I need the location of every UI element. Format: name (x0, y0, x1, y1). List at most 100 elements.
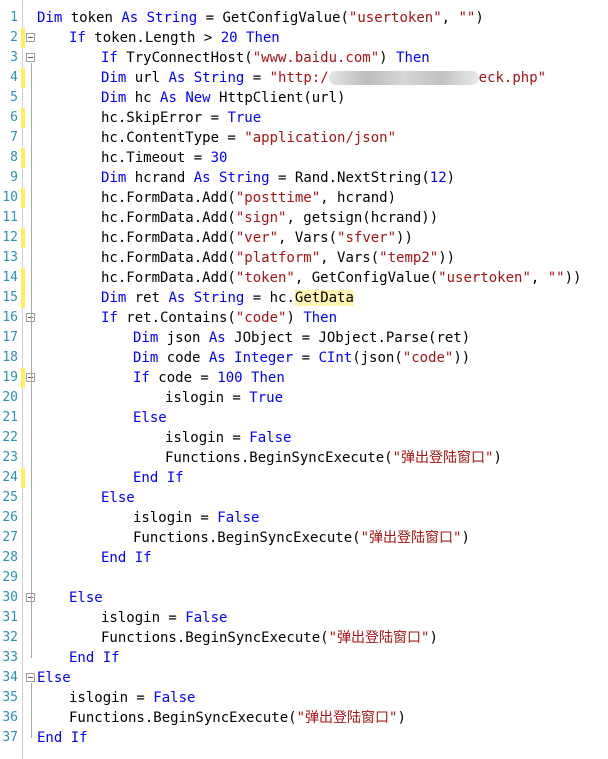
code-line[interactable]: 24 End If (0, 468, 608, 488)
code-line[interactable]: 16 If ret.Contains("code") Then (0, 308, 608, 328)
code-line[interactable]: 19 If code = 100 Then (0, 368, 608, 388)
keyword-token: If (101, 50, 118, 66)
code-token: = GetConfigValue( (197, 10, 349, 26)
code-token: ) (493, 450, 502, 466)
code-line[interactable]: 13 hc.FormData.Add("platform", Vars("temp… (0, 248, 608, 268)
code-line[interactable]: 33 End If (0, 648, 608, 668)
code-line[interactable]: 5 Dim hc As New HttpClient(url) (0, 88, 608, 108)
string-token: "temp2" (379, 250, 439, 266)
line-number: 20 (2, 390, 18, 405)
code-line[interactable]: 27 Functions.BeginSyncExecute("弹出登陆窗口") (0, 528, 608, 548)
code-editor[interactable]: 1 Dim token As String = GetConfigValue("u… (0, 0, 608, 759)
string-token: "token" (235, 270, 295, 286)
code-line[interactable]: 30 Else (0, 588, 608, 608)
string-token: "usertoken" (348, 10, 442, 26)
code-line[interactable]: 1 Dim token As String = GetConfigValue("u… (0, 8, 608, 28)
code-token: hc.FormData.Add( (101, 270, 236, 286)
code-token: islogin = (69, 690, 154, 706)
code-line[interactable]: 18 Dim code As Integer = CInt(json("code"… (0, 348, 608, 368)
code-token: islogin = (165, 430, 250, 446)
code-text: Functions.BeginSyncExecute("弹出登陆窗口") (101, 628, 438, 648)
code-text: Dim hcrand As String = Rand.NextString(1… (101, 168, 455, 188)
code-line[interactable]: 14 hc.FormData.Add("token", GetConfigValu… (0, 268, 608, 288)
keyword-token: 30 (210, 150, 228, 166)
keyword-token: End If (101, 550, 152, 566)
code-text: Else (133, 408, 167, 428)
code-token: = hc. (244, 290, 295, 306)
code-line[interactable]: 36 Functions.BeginSyncExecute("弹出登陆窗口") (0, 708, 608, 728)
code-line[interactable]: 22 islogin = False (0, 428, 608, 448)
code-token: token (62, 10, 122, 26)
line-number: 6 (10, 110, 18, 125)
code-line[interactable]: 8 hc.Timeout = 30 (0, 148, 608, 168)
line-number: 23 (2, 450, 18, 465)
code-line[interactable]: 26 islogin = False (0, 508, 608, 528)
keyword-token: Dim (101, 170, 127, 186)
code-token: )) (396, 230, 413, 246)
code-token: (json( (352, 350, 403, 366)
fold-guide-line (31, 383, 32, 478)
code-token: ) (475, 10, 484, 26)
code-line[interactable]: 23 Functions.BeginSyncExecute("弹出登陆窗口") (0, 448, 608, 468)
code-token: code = (149, 370, 218, 386)
code-line[interactable]: 31 islogin = False (0, 608, 608, 628)
code-text: Else (69, 588, 103, 608)
keyword-token: Then (246, 30, 280, 46)
code-text: Functions.BeginSyncExecute("弹出登陆窗口") (69, 708, 406, 728)
keyword-token: Else (133, 410, 167, 426)
code-token: ) (286, 310, 304, 326)
code-text: hc.FormData.Add("token", GetConfigValue(… (101, 268, 581, 288)
line-number: 31 (2, 610, 18, 625)
code-token: hc.FormData.Add( (101, 230, 236, 246)
string-token: "" (547, 270, 565, 286)
code-line[interactable]: 6 hc.SkipError = True (0, 108, 608, 128)
code-line[interactable]: 32 Functions.BeginSyncExecute("弹出登陆窗口") (0, 628, 608, 648)
code-token: , hcrand) (320, 190, 397, 206)
code-line[interactable]: 35 islogin = False (0, 688, 608, 708)
code-text: hc.FormData.Add("ver", Vars("sfver")) (101, 228, 413, 248)
code-line[interactable]: 11 hc.FormData.Add("sign", getsign(hcrand… (0, 208, 608, 228)
code-text: islogin = False (133, 508, 259, 528)
code-line[interactable]: 2 If token.Length > 20 Then (0, 28, 608, 48)
modified-line-marker (21, 468, 25, 488)
string-token: "platform" (235, 250, 321, 266)
string-token: "usertoken" (438, 270, 531, 286)
string-token: "" (458, 10, 476, 26)
code-text: Else (37, 668, 71, 688)
code-line[interactable]: 3 If TryConnectHost("www.baidu.com") Then (0, 48, 608, 68)
code-line[interactable]: 34 Else (0, 668, 608, 688)
code-line[interactable]: 21 Else (0, 408, 608, 428)
code-text: If TryConnectHost("www.baidu.com") Then (101, 48, 430, 68)
collapse-toggle-icon[interactable] (26, 53, 35, 62)
keyword-token: As (121, 10, 139, 26)
code-text: If code = 100 Then (133, 368, 285, 388)
code-token: ret (126, 290, 169, 306)
line-number: 7 (10, 130, 18, 145)
code-line[interactable]: 12 hc.FormData.Add("ver", Vars("sfver")) (0, 228, 608, 248)
line-number: 9 (10, 170, 18, 185)
code-line[interactable]: 28 End If (0, 548, 608, 568)
code-token: islogin = (101, 610, 186, 626)
code-text: hc.FormData.Add("platform", Vars("temp2"… (101, 248, 455, 268)
line-number: 1 (10, 10, 18, 25)
code-line[interactable]: 4 Dim url As String = "http:/ eck.php" (0, 68, 608, 88)
code-line[interactable]: 9 Dim hcrand As String = Rand.NextString(… (0, 168, 608, 188)
code-token: )) (564, 270, 582, 286)
code-line[interactable]: 25 Else (0, 488, 608, 508)
code-line[interactable]: 29 (0, 568, 608, 588)
keyword-token: Dim (133, 330, 159, 346)
code-line[interactable]: 15 Dim ret As String = hc.GetData (0, 288, 608, 308)
code-text: Dim hc As New HttpClient(url) (101, 88, 345, 108)
keyword-token: String (219, 170, 270, 186)
code-token: = Rand.NextString( (269, 170, 430, 186)
code-line[interactable]: 7 hc.ContentType = "application/json" (0, 128, 608, 148)
collapse-toggle-icon[interactable] (26, 673, 35, 682)
collapse-toggle-icon[interactable] (26, 33, 35, 42)
keyword-token: As (208, 350, 226, 366)
code-line[interactable]: 20 islogin = True (0, 388, 608, 408)
code-line[interactable]: 10 hc.FormData.Add("posttime", hcrand) (0, 188, 608, 208)
code-line[interactable]: 37 End If (0, 728, 608, 748)
code-text: Else (101, 488, 135, 508)
code-line[interactable]: 17 Dim json As JObject = JObject.Parse(re… (0, 328, 608, 348)
